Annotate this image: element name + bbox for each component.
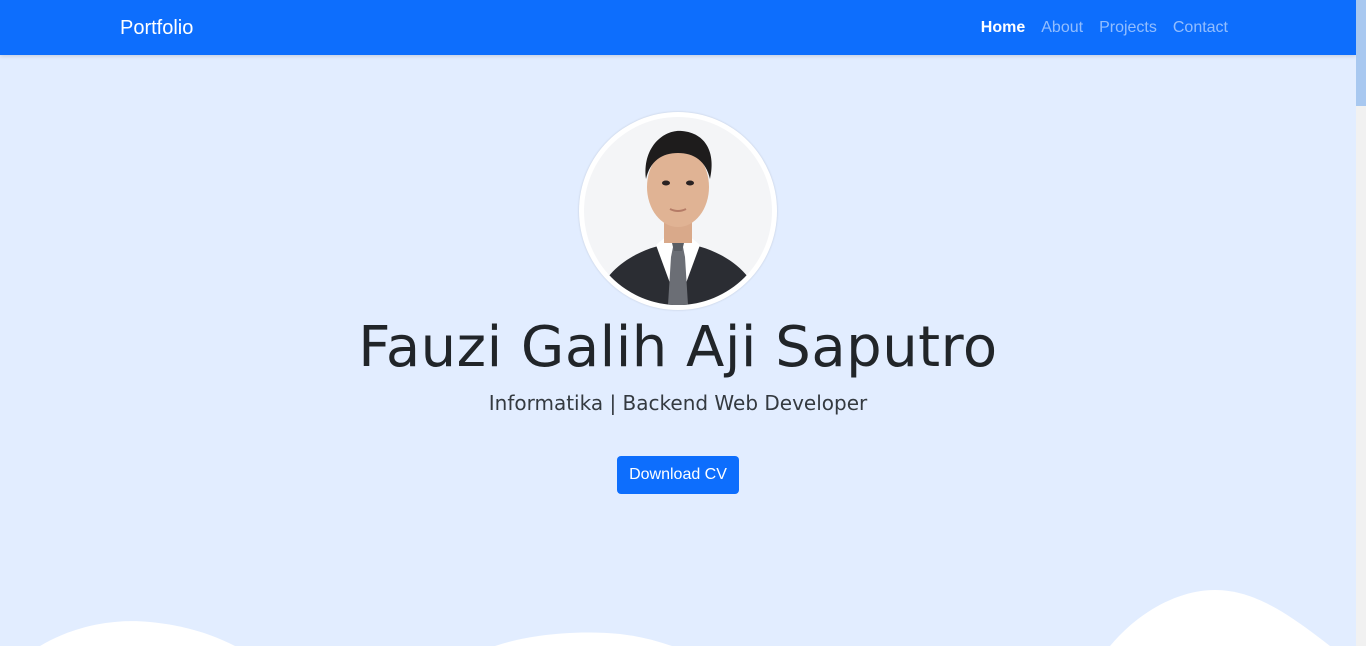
- nav-links: Home About Projects Contact: [981, 17, 1228, 39]
- scrollbar-thumb[interactable]: [1356, 0, 1366, 106]
- nav-link-about[interactable]: About: [1041, 17, 1083, 39]
- wave-decoration: [40, 590, 1330, 646]
- hero-name: Fauzi Galih Aji Saputro: [358, 315, 998, 380]
- navbar-brand[interactable]: Portfolio: [120, 15, 193, 41]
- nav-link-projects[interactable]: Projects: [1099, 17, 1157, 39]
- nav-link-home[interactable]: Home: [981, 17, 1025, 39]
- profile-photo: [584, 117, 772, 305]
- page: Portfolio Home About Projects Contact Fa…: [0, 0, 1366, 646]
- scrollbar[interactable]: [1356, 0, 1366, 646]
- navbar: Portfolio Home About Projects Contact: [0, 0, 1356, 55]
- nav-link-contact[interactable]: Contact: [1173, 17, 1228, 39]
- download-cv-button[interactable]: Download CV: [617, 456, 739, 494]
- profile-photo-frame: [579, 112, 777, 310]
- hero-subtitle: Informatika | Backend Web Developer: [488, 391, 868, 415]
